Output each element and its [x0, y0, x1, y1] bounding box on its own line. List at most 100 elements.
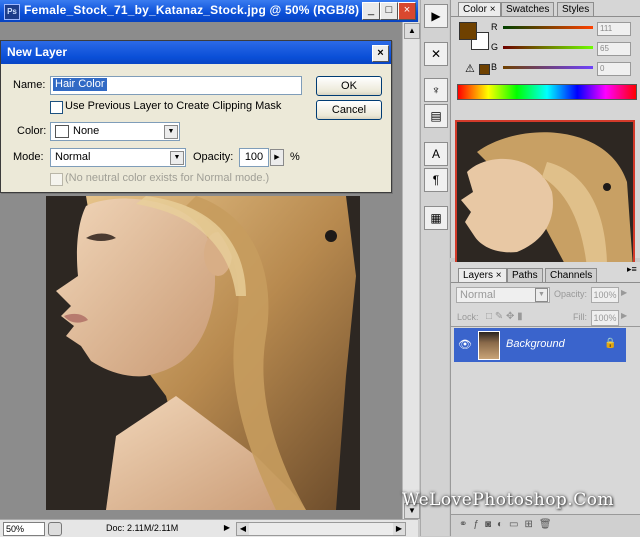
status-bar: 50% Doc: 2.11M/2.11M ▶ ◀ ▶: [0, 519, 418, 537]
color-select[interactable]: None ▼: [50, 122, 180, 141]
horizontal-scrollbar[interactable]: ◀ ▶: [236, 522, 406, 536]
color-label: Color:: [17, 125, 47, 137]
color-select-value: None: [73, 125, 100, 137]
mode-label: Mode:: [13, 151, 44, 163]
layer-thumbnail: [478, 331, 500, 360]
b-label: B: [491, 62, 498, 72]
tool-options-strip: ▶ ✕ ♆ ▤ A ¶ ▦: [420, 0, 449, 536]
blend-mode-value: Normal: [460, 289, 496, 301]
status-menu-arrow-icon[interactable]: ▶: [222, 522, 232, 534]
gamut-swatch[interactable]: [479, 64, 490, 75]
g-slider[interactable]: [503, 46, 593, 49]
mode-select[interactable]: Normal ▼: [50, 148, 186, 167]
foreground-color-swatch[interactable]: [459, 22, 477, 40]
r-value[interactable]: 111: [597, 22, 631, 36]
divider: [451, 326, 640, 327]
color-spectrum-bar[interactable]: [457, 84, 637, 100]
close-icon[interactable]: ×: [496, 270, 502, 281]
maximize-button[interactable]: □: [380, 2, 398, 20]
watermark: WeLovePhotoshop.Com: [402, 490, 615, 510]
new-layer-dialog: New Layer × Name: Hair Color OK Cancel U…: [0, 40, 392, 193]
opacity-unit: %: [290, 151, 300, 163]
name-label: Name:: [13, 79, 46, 91]
photoshop-icon: Ps: [4, 4, 20, 20]
character-icon[interactable]: A: [424, 142, 448, 166]
g-value[interactable]: 65: [597, 42, 631, 56]
tab-swatches[interactable]: Swatches: [501, 2, 555, 17]
layers-footer: ⚭ƒ◙◐▭⊞🗑: [451, 514, 640, 537]
opacity-label: Opacity:: [193, 151, 234, 163]
tab-color[interactable]: Color ×: [458, 2, 501, 17]
tab-divider: [451, 282, 640, 283]
fill-input[interactable]: 100%: [591, 310, 619, 326]
visibility-eye-icon[interactable]: 👁: [458, 338, 472, 351]
scroll-right-icon[interactable]: ▶: [393, 523, 405, 535]
clipping-mask-checkbox[interactable]: [50, 101, 63, 114]
chevron-down-icon[interactable]: ▼: [170, 151, 184, 165]
chevron-down-icon[interactable]: ▼: [164, 125, 178, 139]
mode-select-value: Normal: [55, 151, 91, 163]
lock-icon: 🔒: [604, 338, 617, 349]
status-options-icon[interactable]: [48, 522, 62, 536]
layer-opacity-input[interactable]: 100%: [591, 287, 619, 303]
blend-mode-select[interactable]: Normal ▼: [456, 287, 550, 303]
document-size-info: Doc: 2.11M/2.11M: [106, 523, 179, 533]
layer-action-icons[interactable]: ⚭ƒ◙◐▭⊞🗑: [459, 519, 558, 530]
tab-color-label: Color: [463, 4, 487, 15]
dialog-titlebar[interactable]: New Layer ×: [1, 41, 391, 64]
name-input-value: Hair Color: [53, 78, 107, 91]
color-swatch-icon: [55, 125, 69, 138]
close-button[interactable]: ×: [398, 2, 416, 20]
photo-canvas[interactable]: [46, 196, 360, 510]
name-input[interactable]: Hair Color: [50, 76, 302, 95]
fill-label: Fill:: [573, 312, 587, 322]
tab-layers-label: Layers: [463, 270, 494, 281]
zoom-field[interactable]: 50%: [3, 522, 45, 536]
brush-icon[interactable]: ♆: [424, 78, 448, 102]
navigator-preview-image: [457, 122, 633, 268]
g-label: G: [491, 42, 499, 52]
lock-icons[interactable]: □ ✎ ✥ ▮: [486, 311, 523, 322]
tab-styles[interactable]: Styles: [557, 2, 595, 17]
r-slider[interactable]: [503, 26, 593, 29]
document-title: Female_Stock_71_by_Katanaz_Stock.jpg @ 5…: [24, 3, 360, 17]
navigator-thumbnail[interactable]: [455, 120, 635, 270]
color-panel: Color × Swatches Styles ⚠ R 111 G 65 B 0: [450, 0, 640, 108]
scroll-left-icon[interactable]: ◀: [237, 523, 249, 535]
tab-channels[interactable]: Channels: [545, 268, 598, 283]
opacity-input[interactable]: 100: [239, 148, 269, 167]
neutral-color-checkbox: [50, 173, 63, 186]
layer-row-background[interactable]: 👁 Background 🔒: [454, 328, 626, 362]
tools-icon[interactable]: ✕: [424, 42, 448, 66]
play-action-icon[interactable]: ▶: [424, 4, 448, 28]
tab-layers[interactable]: Layers ×: [458, 268, 507, 283]
ok-button[interactable]: OK: [316, 76, 382, 96]
clipping-mask-label: Use Previous Layer to Create Clipping Ma…: [65, 100, 282, 112]
chevron-down-icon[interactable]: ▼: [535, 288, 548, 302]
layer-opacity-label: Opacity:: [554, 289, 588, 299]
document-titlebar[interactable]: Ps Female_Stock_71_by_Katanaz_Stock.jpg …: [0, 0, 418, 22]
vertical-scrollbar[interactable]: ▲ ▼: [402, 22, 420, 519]
warning-icon[interactable]: ⚠: [465, 62, 475, 75]
lock-label: Lock:: [457, 312, 479, 322]
layer-name: Background: [506, 338, 565, 350]
clone-source-icon[interactable]: ▤: [424, 104, 448, 128]
close-icon[interactable]: ×: [490, 4, 496, 15]
opacity-arrow-icon[interactable]: ▶: [621, 288, 627, 297]
dialog-close-button[interactable]: ×: [372, 45, 389, 62]
b-slider[interactable]: [503, 66, 593, 69]
cancel-button[interactable]: Cancel: [316, 100, 382, 120]
fill-arrow-icon[interactable]: ▶: [621, 311, 627, 320]
dialog-title: New Layer: [7, 45, 68, 59]
scroll-up-icon[interactable]: ▲: [404, 23, 420, 39]
layer-comps-icon[interactable]: ▦: [424, 206, 448, 230]
panel-menu-icon[interactable]: ▸≡: [627, 264, 637, 275]
minimize-button[interactable]: _: [362, 2, 380, 20]
paragraph-icon[interactable]: ¶: [424, 168, 448, 192]
b-value[interactable]: 0: [597, 62, 631, 76]
tab-paths[interactable]: Paths: [507, 268, 543, 283]
opacity-slider-arrow-icon[interactable]: ▶: [270, 149, 284, 166]
navigator-panel: [450, 108, 640, 270]
woman-profile-image: [46, 196, 360, 510]
neutral-color-label: (No neutral color exists for Normal mode…: [65, 172, 270, 184]
